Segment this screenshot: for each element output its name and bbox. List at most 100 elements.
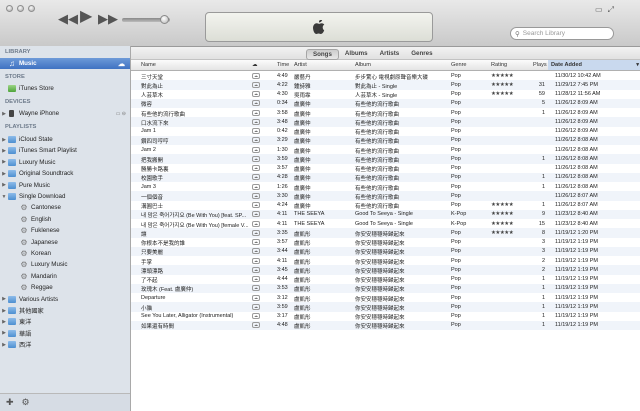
cell-rating[interactable]: ★★★★★ bbox=[491, 230, 531, 236]
icloud-column-icon[interactable]: ☁ bbox=[252, 62, 258, 68]
miniplayer-icon[interactable]: ▭ bbox=[595, 5, 603, 15]
disclosure-arrow-icon[interactable]: ▶ bbox=[0, 171, 8, 177]
disclosure-arrow-icon[interactable]: ▼ bbox=[0, 194, 8, 200]
icloud-status-icon[interactable]: ☁ bbox=[252, 257, 260, 264]
table-row[interactable]: ☁ 了不起 4:44 盧凱彤 你安安穩穩時歸起來 Pop 1 11/19/12 1:19 PM bbox=[131, 275, 640, 284]
table-row[interactable]: ☁ 口水流下來 3:48 盧廣仲 有些他的流行歌曲 Pop 11/26/12 8:09 AM bbox=[131, 117, 640, 127]
fast-forward-icon[interactable]: ▶▶ bbox=[98, 12, 118, 25]
icloud-status-icon[interactable]: ☁ bbox=[252, 137, 260, 144]
table-row[interactable]: ☁ 只要美麗 3:44 盧凱彤 你安安穩穩時歸起來 Pop 3 11/19/12 1:19 P… bbox=[131, 246, 640, 256]
column-time[interactable]: Time bbox=[277, 62, 289, 68]
icloud-status-icon[interactable]: ☁ bbox=[252, 266, 260, 273]
icloud-status-icon[interactable]: ☁ bbox=[252, 165, 260, 171]
icloud-status-icon[interactable]: ☁ bbox=[252, 211, 260, 218]
column-album[interactable]: Album bbox=[355, 62, 371, 68]
table-row[interactable]: ☁ 人芸草木 4:30 吳雨霏 人芸草木 - Single Pop ★★★★★ 59 11/28… bbox=[131, 90, 640, 99]
table-row[interactable]: ☁ 手掌 4:11 盧凱彤 你安安穩穩時歸起來 Pop 2 11/19/12 1:19 PM bbox=[131, 256, 640, 266]
sidebar-playlist-item[interactable]: ⚙ English bbox=[0, 214, 130, 225]
table-row[interactable]: ☁ 有些他的流行歌曲 3:58 盧廣仲 有些他的流行歌曲 Pop 1 11/26/12 8:0… bbox=[131, 108, 640, 118]
icloud-status-icon[interactable]: ☁ bbox=[252, 229, 260, 236]
cell-rating[interactable]: ★★★★★ bbox=[491, 211, 531, 217]
sidebar-item-music[interactable]: ♫ Music ☁ bbox=[0, 58, 130, 69]
add-playlist-icon[interactable]: ✚ bbox=[6, 397, 14, 408]
disclosure-arrow-icon[interactable]: ▶ bbox=[0, 319, 8, 325]
play-icon[interactable]: ▶ bbox=[80, 9, 92, 25]
table-row[interactable]: ☁ 微容 0:34 盧廣仲 有些他的流行歌曲 Pop 5 11/26/12 8:09 AM bbox=[131, 98, 640, 108]
gear-icon[interactable]: ⚙ bbox=[22, 397, 30, 408]
table-row[interactable]: ☁ 讓 3:35 盧凱彤 你安安穩穩時歸起來 Pop ★★★★★ 8 11/19/12 1:20… bbox=[131, 228, 640, 238]
icloud-status-icon[interactable]: ☁ bbox=[252, 303, 260, 310]
disclosure-arrow-icon[interactable]: ▶ bbox=[0, 342, 8, 348]
icloud-status-icon[interactable]: ☁ bbox=[252, 313, 260, 319]
sidebar-playlist-item[interactable]: ⚙ Fuklenese bbox=[0, 225, 130, 236]
search-field[interactable]: ⚲ Search Library bbox=[510, 27, 614, 40]
tab-songs[interactable]: Songs bbox=[306, 49, 339, 60]
table-row[interactable]: ☁ 내 맘은 죽어가지요 (Be With You) [feat. SP... 4:… bbox=[131, 209, 640, 219]
column-plays[interactable]: Plays bbox=[533, 62, 547, 68]
disclosure-arrow-icon[interactable]: ▶ bbox=[0, 182, 8, 188]
table-row[interactable]: ☁ 如果還有時間 4:48 盧凱彤 你安安穩穩時歸起來 Pop 1 11/19/12 1:19… bbox=[131, 320, 640, 330]
sidebar-playlist-item[interactable]: ⚙ Luxury Music bbox=[0, 259, 130, 270]
table-row[interactable]: ☁ Departure 3:12 盧凱彤 你安安穩穩時歸起來 Pop 1 11/19/12 1… bbox=[131, 293, 640, 303]
sidebar-playlist-item[interactable]: ▶ Pure Music bbox=[0, 180, 130, 191]
icloud-status-icon[interactable]: ☁ bbox=[252, 174, 260, 181]
table-row[interactable]: ☁ 溝圓巴士 4:24 盧廣仲 有些他的流行歌曲 Pop ★★★★★ 1 11/26/12 8:… bbox=[131, 201, 640, 210]
table-row[interactable]: ☁ 玫瑰木 (Feat. 盧廣仲) 3:53 盧凱彤 你安安穩穩時歸起來 Pop 1 11/1… bbox=[131, 283, 640, 293]
icloud-status-icon[interactable]: ☁ bbox=[252, 128, 260, 134]
icloud-status-icon[interactable]: ☁ bbox=[252, 276, 260, 282]
table-row[interactable]: ☁ 對此為止 4:22 鍾詩雅 對此為止 - Single Pop ★★★★★ 31 11/29… bbox=[131, 80, 640, 90]
column-artist[interactable]: Artist bbox=[294, 62, 307, 68]
sidebar-playlist-item[interactable]: ⚙ Korean bbox=[0, 248, 130, 259]
icloud-status-icon[interactable]: ☁ bbox=[252, 146, 260, 153]
table-row[interactable]: ☁ Jam 3 1:26 盧廣仲 有些他的流行歌曲 Pop 1 11/26/12 8:08 A… bbox=[131, 182, 640, 192]
disclosure-arrow-icon[interactable]: ▶ bbox=[0, 330, 8, 336]
sidebar-playlist-item[interactable]: ▶ 其他國家 bbox=[0, 305, 130, 316]
minimize-window-button[interactable] bbox=[17, 5, 24, 12]
table-row[interactable]: ☁ 내 맘은 죽어가지요 (Be With You) [female V... 4:… bbox=[131, 219, 640, 229]
disclosure-arrow-icon[interactable]: ▶ bbox=[0, 137, 8, 143]
disclosure-arrow-icon[interactable]: ▶ bbox=[0, 296, 8, 302]
column-name[interactable]: Name bbox=[141, 62, 156, 68]
table-row[interactable]: ☁ 小貓 3:59 盧凱彤 你安安穩穩時歸起來 Pop 1 11/19/12 1:19 PM bbox=[131, 302, 640, 312]
icloud-status-icon[interactable]: ☁ bbox=[252, 155, 260, 162]
table-row[interactable]: ☁ 勝勝卡路裏 3:57 盧廣仲 有些他的流行歌曲 Pop 11/26/12 8:08 AM bbox=[131, 164, 640, 173]
sidebar-playlist-item[interactable]: ▶ Various Artists bbox=[0, 294, 130, 305]
volume-knob[interactable] bbox=[160, 15, 169, 24]
table-row[interactable]: ☁ 校園歌手 4:28 盧廣仲 有些他的流行歌曲 Pop 1 11/26/12 8:08 AM bbox=[131, 172, 640, 182]
icloud-status-icon[interactable]: ☁ bbox=[252, 192, 260, 199]
sidebar-playlist-item[interactable]: ▼ Single Download bbox=[0, 191, 130, 202]
icloud-status-icon[interactable]: ☁ bbox=[252, 248, 260, 255]
icloud-status-icon[interactable]: ☁ bbox=[252, 294, 260, 301]
zoom-window-button[interactable] bbox=[28, 5, 35, 12]
icloud-status-icon[interactable]: ☁ bbox=[252, 239, 260, 245]
cell-rating[interactable]: ★★★★★ bbox=[491, 82, 531, 88]
sidebar-item-device[interactable]: ▶ Wayne iPhone ▭ ⊖ bbox=[0, 108, 130, 119]
icloud-status-icon[interactable]: ☁ bbox=[252, 183, 260, 190]
icloud-status-icon[interactable]: ☁ bbox=[252, 220, 260, 227]
sidebar-playlist-item[interactable]: ▶ 東洋 bbox=[0, 316, 130, 327]
sidebar-playlist-item[interactable]: ▶ Original Soundtrack bbox=[0, 168, 130, 179]
table-row[interactable]: ☁ 一個個音 3:30 盧廣仲 有些他的流行歌曲 Pop 11/26/12 8:07 AM bbox=[131, 191, 640, 201]
table-row[interactable]: ☁ Jam 2 1:30 盧廣仲 有些他的流行歌曲 Pop 11/26/12 8:08 AM bbox=[131, 145, 640, 155]
icloud-status-icon[interactable]: ☁ bbox=[252, 109, 260, 116]
cell-rating[interactable]: ★★★★★ bbox=[491, 221, 531, 227]
table-row[interactable]: ☁ 把我搬開 3:59 盧廣仲 有些他的流行歌曲 Pop 1 11/26/12 8:08 AM bbox=[131, 154, 640, 164]
table-row[interactable]: ☁ See You Later, Alligator (Instrumental)… bbox=[131, 312, 640, 321]
disclosure-arrow-icon[interactable]: ▶ bbox=[0, 308, 8, 314]
icloud-status-icon[interactable]: ☁ bbox=[252, 91, 260, 97]
icloud-status-icon[interactable]: ☁ bbox=[252, 322, 260, 329]
icloud-status-icon[interactable]: ☁ bbox=[252, 118, 260, 125]
sidebar-playlist-item[interactable]: ⚙ Japanese bbox=[0, 237, 130, 248]
icloud-status-icon[interactable]: ☁ bbox=[252, 100, 260, 107]
disclosure-arrow-icon[interactable]: ▶ bbox=[0, 159, 8, 165]
cell-rating[interactable]: ★★★★★ bbox=[491, 91, 531, 97]
sidebar-playlist-item[interactable]: ▶ iTunes Smart Playlist bbox=[0, 145, 130, 156]
table-row[interactable]: ☁ 你根本不是我的誰 3:57 盧凱彤 你安安穩穩時歸起來 Pop 3 11/19/12 1:… bbox=[131, 238, 640, 247]
table-row[interactable]: ☁ 鑽四司哼哼 3:29 盧廣仲 有些他的流行歌曲 Pop 11/26/12 8:08 AM bbox=[131, 135, 640, 145]
sidebar-playlist-item[interactable]: ⚙ Reggae bbox=[0, 282, 130, 293]
disclosure-arrow-icon[interactable]: ▶ bbox=[0, 148, 8, 154]
cell-rating[interactable]: ★★★★★ bbox=[491, 73, 531, 79]
table-row[interactable]: ☁ 三寸天堂 4:49 嚴藝丹 步步驚心 電視劇原聲音樂大碟 Pop ★★★★★ 11/30/… bbox=[131, 71, 640, 81]
sidebar-item-itunes-store[interactable]: iTunes Store bbox=[0, 83, 130, 94]
tab-artists[interactable]: Artists bbox=[374, 49, 406, 60]
